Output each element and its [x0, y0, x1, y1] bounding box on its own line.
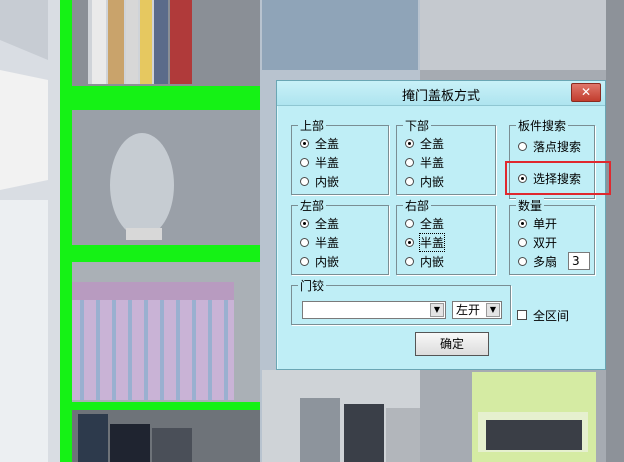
- radio-icon: [405, 237, 414, 247]
- right-group: 右部 全盖 半盖 内嵌: [396, 197, 496, 275]
- right-option-half[interactable]: 半盖: [405, 232, 446, 252]
- top-group-label: 上部: [298, 117, 327, 134]
- radio-icon: [405, 157, 414, 167]
- radio-icon: [300, 138, 309, 148]
- top-option-full[interactable]: 全盖: [300, 135, 339, 151]
- radio-icon: [300, 256, 309, 266]
- bottom-group-label: 下部: [403, 117, 432, 134]
- right-group-label: 右部: [403, 197, 432, 214]
- bottom-option-inset[interactable]: 内嵌: [405, 173, 444, 189]
- radio-icon: [518, 141, 527, 151]
- lock-group-label: 门铰: [298, 277, 327, 294]
- close-icon: ✕: [580, 85, 592, 99]
- radio-icon: [300, 237, 309, 247]
- count-option-single[interactable]: 单开: [518, 215, 557, 231]
- radio-icon: [518, 256, 527, 266]
- direction-dropdown[interactable]: 左开 ▼: [452, 301, 502, 319]
- lock-group: 门铰 ▼ 左开 ▼: [291, 277, 511, 325]
- count-option-double[interactable]: 双开: [518, 234, 557, 250]
- checkbox-icon: [517, 310, 527, 320]
- cover-mode-dialog: 掩门盖板方式 ✕ 上部 全盖 半盖 内嵌 下部 全盖 半盖 内嵌 板件搜索 落点…: [276, 80, 611, 370]
- left-option-full[interactable]: 全盖: [300, 215, 339, 231]
- radio-icon: [518, 237, 527, 247]
- highlight-box: [505, 161, 611, 195]
- lock-dropdown[interactable]: ▼: [302, 301, 446, 319]
- count-group: 数量 单开 双开 多扇 3: [509, 197, 595, 275]
- left-option-half[interactable]: 半盖: [300, 234, 339, 250]
- dialog-titlebar[interactable]: 掩门盖板方式 ✕: [277, 81, 605, 106]
- close-button[interactable]: ✕: [571, 83, 601, 102]
- bottom-option-full[interactable]: 全盖: [405, 135, 444, 151]
- chevron-down-icon[interactable]: ▼: [430, 303, 444, 317]
- top-option-half[interactable]: 半盖: [300, 154, 339, 170]
- right-option-full[interactable]: 全盖: [405, 215, 444, 231]
- top-group: 上部 全盖 半盖 内嵌: [291, 117, 389, 195]
- left-group-label: 左部: [298, 197, 327, 214]
- right-option-inset[interactable]: 内嵌: [405, 253, 444, 269]
- chevron-down-icon[interactable]: ▼: [486, 303, 500, 317]
- radio-icon: [405, 176, 414, 186]
- full-range-checkbox[interactable]: 全区间: [517, 307, 569, 323]
- radio-icon: [300, 218, 309, 228]
- bottom-group: 下部 全盖 半盖 内嵌: [396, 117, 496, 195]
- count-group-label: 数量: [516, 197, 545, 214]
- left-option-inset[interactable]: 内嵌: [300, 253, 339, 269]
- count-option-multi[interactable]: 多扇: [518, 253, 557, 269]
- radio-icon: [300, 157, 309, 167]
- search-option-point[interactable]: 落点搜索: [518, 138, 581, 154]
- radio-icon: [300, 176, 309, 186]
- radio-icon: [518, 218, 527, 228]
- dialog-title: 掩门盖板方式: [401, 89, 480, 104]
- multi-count-input[interactable]: 3: [568, 252, 590, 270]
- radio-icon: [405, 138, 414, 148]
- ok-button[interactable]: 确定: [415, 332, 489, 356]
- radio-icon: [405, 256, 414, 266]
- top-option-inset[interactable]: 内嵌: [300, 173, 339, 189]
- radio-icon: [405, 218, 414, 228]
- left-group: 左部 全盖 半盖 内嵌: [291, 197, 389, 275]
- search-group-label: 板件搜索: [516, 117, 569, 134]
- bottom-option-half[interactable]: 半盖: [405, 154, 444, 170]
